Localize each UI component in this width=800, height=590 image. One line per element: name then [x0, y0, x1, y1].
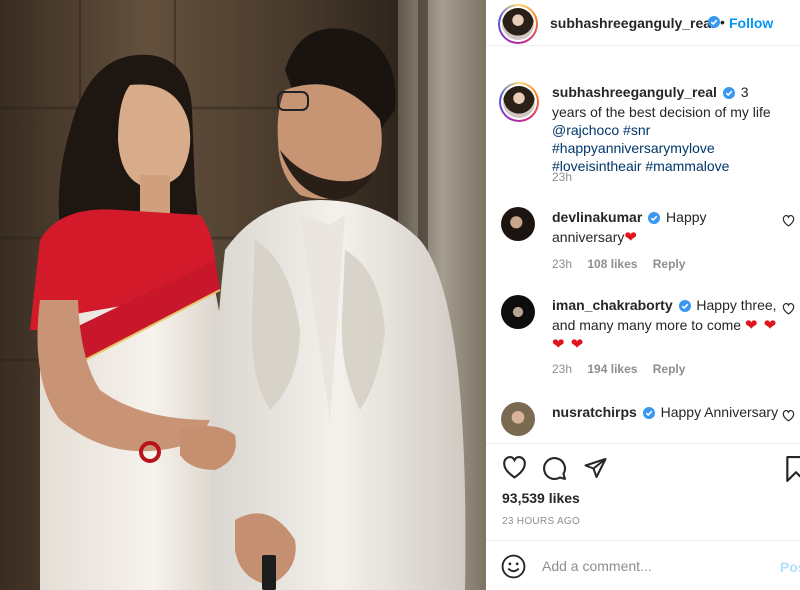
post-photo[interactable] — [0, 0, 486, 590]
comment-time: 23h — [552, 362, 573, 376]
smiley-icon[interactable] — [501, 554, 526, 584]
post-side-panel: subhashreeganguly_real • Follow subhashr… — [486, 0, 800, 590]
verified-badge-icon — [648, 210, 661, 228]
comment-likes-count[interactable]: 194 likes — [587, 362, 637, 376]
post-comment-button[interactable]: Post — [780, 559, 800, 575]
post-header: subhashreeganguly_real • Follow — [486, 0, 800, 46]
comment-body: Happy Anniversary — [660, 404, 779, 420]
comment-text: iman_chakraborty Happy three, and many m… — [552, 296, 780, 354]
commenter-username[interactable]: devlinakumar — [552, 209, 642, 225]
post-timestamp: 23 HOURS AGO — [502, 516, 581, 527]
comment-input[interactable] — [542, 555, 762, 577]
paper-plane-icon[interactable] — [583, 456, 608, 485]
bookmark-icon[interactable] — [785, 456, 800, 487]
caption-text: subhashreeganguly_real 3 years of the be… — [552, 83, 780, 175]
commenter-avatar[interactable] — [501, 295, 535, 329]
add-comment-bar: Post — [486, 540, 800, 590]
author-avatar[interactable] — [498, 4, 538, 44]
comments-list[interactable]: subhashreeganguly_real 3 years of the be… — [486, 47, 800, 443]
comment-like-heart-icon[interactable] — [782, 214, 795, 230]
caption-mention-link[interactable]: @rajchoco — [552, 122, 619, 138]
comment-text: nusratchirps Happy Anniversary — [552, 403, 780, 423]
comment-meta: 23h 108 likes Reply — [552, 257, 697, 271]
verified-badge-icon — [708, 15, 720, 33]
heart-outline-icon[interactable] — [502, 456, 527, 484]
caption-username[interactable]: subhashreeganguly_real — [552, 84, 717, 100]
heart-emoji: ❤ — [624, 229, 638, 246]
likes-count[interactable]: 93,539 likes — [502, 490, 580, 506]
commenter-username[interactable]: iman_chakraborty — [552, 297, 673, 313]
caption-meta: 23h — [552, 170, 584, 184]
post-photo-illustration — [0, 0, 486, 590]
verified-badge-icon — [722, 85, 735, 103]
caption-author-avatar[interactable] — [499, 82, 539, 122]
header-separator: • — [720, 14, 725, 30]
comment-like-heart-icon[interactable] — [782, 409, 795, 425]
comment-time: 23h — [552, 257, 573, 271]
comment-bubble-icon[interactable] — [542, 456, 567, 486]
verified-badge-icon — [642, 405, 655, 423]
verified-badge-icon — [678, 298, 691, 316]
reply-button[interactable]: Reply — [653, 257, 686, 271]
commenter-username[interactable]: nusratchirps — [552, 404, 637, 420]
comment-meta: 23h 194 likes Reply — [552, 362, 697, 376]
follow-button[interactable]: Follow — [729, 15, 773, 31]
author-username[interactable]: subhashreeganguly_real — [550, 15, 715, 31]
post-actions: 93,539 likes 23 HOURS AGO — [486, 443, 800, 539]
reply-button[interactable]: Reply — [653, 362, 686, 376]
comment-text: devlinakumar Happy anniversary❤ — [552, 208, 780, 247]
comment-like-heart-icon[interactable] — [782, 302, 795, 318]
comment-likes-count[interactable]: 108 likes — [587, 257, 637, 271]
caption-time: 23h — [552, 170, 573, 184]
commenter-avatar[interactable] — [501, 402, 535, 436]
commenter-avatar[interactable] — [501, 207, 535, 241]
